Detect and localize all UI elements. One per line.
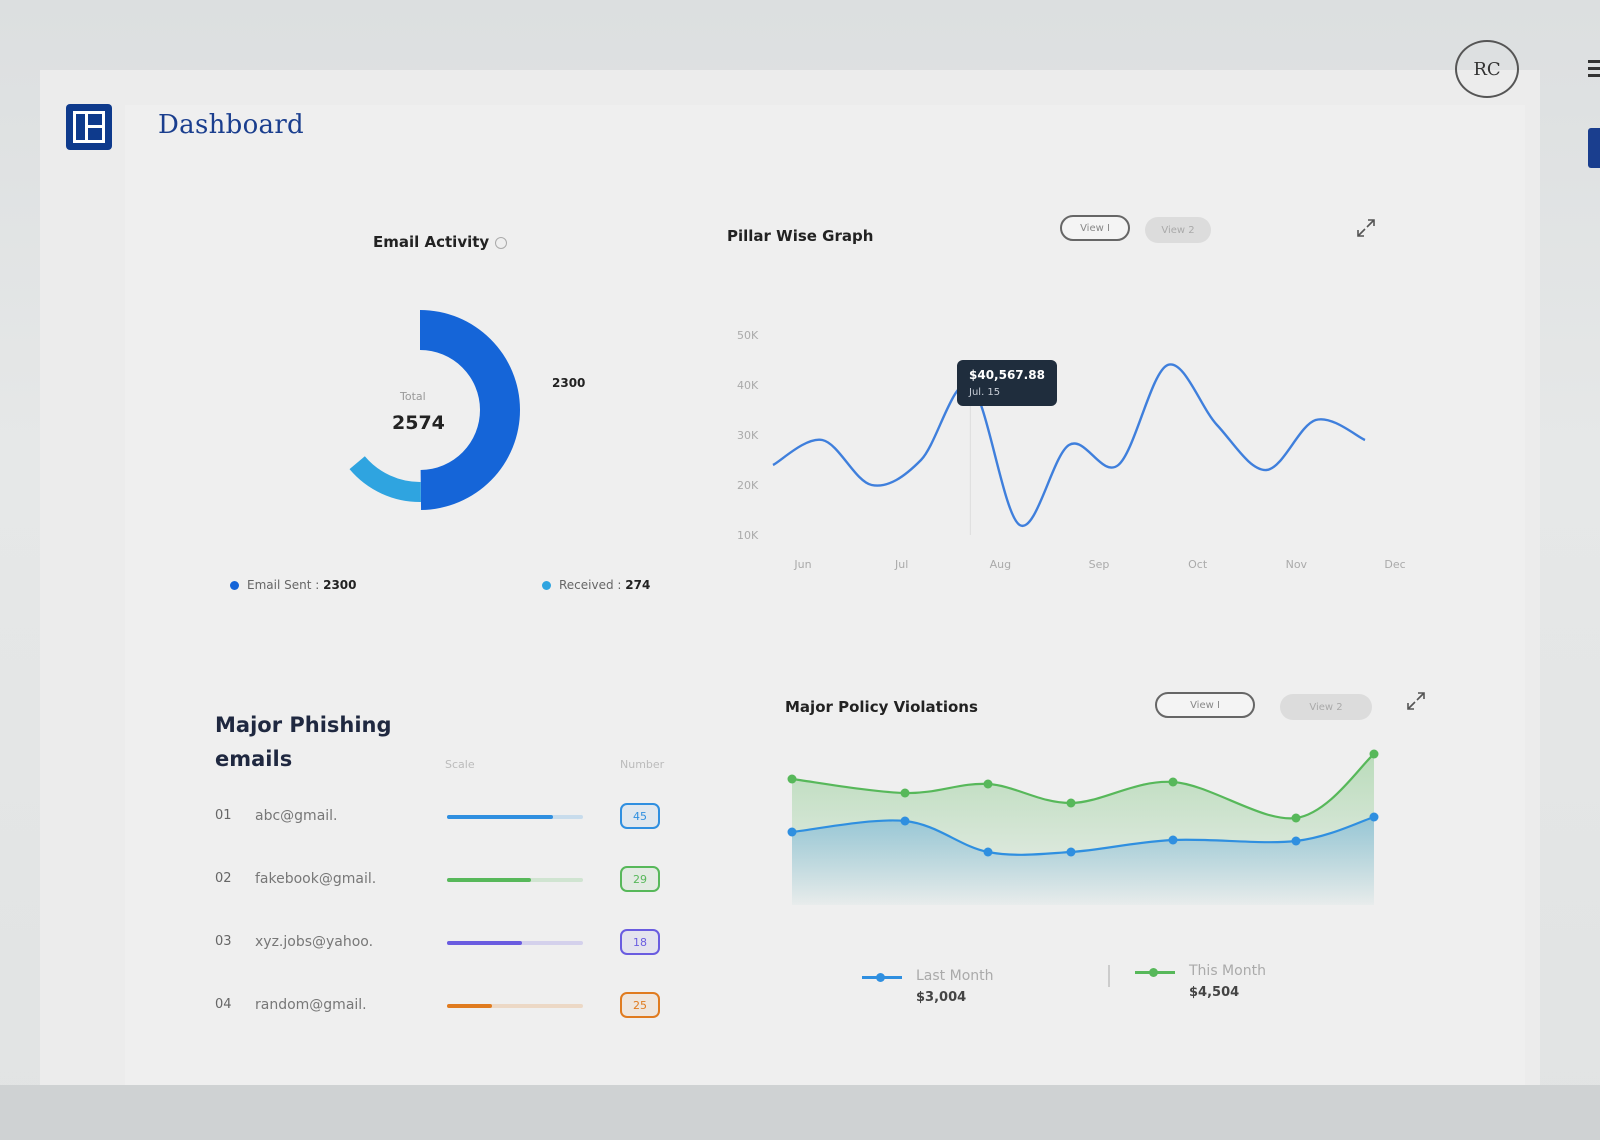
- donut-callout: 2300: [548, 374, 590, 392]
- x-tick-label: Jul: [894, 558, 908, 571]
- y-tick-label: 30K: [737, 429, 759, 442]
- x-tick-label: Sep: [1089, 558, 1110, 571]
- avatar[interactable]: RC: [1455, 40, 1519, 98]
- x-tick-label: Jun: [793, 558, 811, 571]
- phishing-row[interactable]: 01 abc@gmail. 45: [215, 802, 665, 832]
- policy-view2-button[interactable]: View 2: [1280, 694, 1372, 720]
- number-badge: 25: [620, 992, 660, 1018]
- y-tick-label: 40K: [737, 379, 759, 392]
- row-index: 04: [215, 997, 232, 1012]
- row-email: abc@gmail.: [255, 808, 338, 824]
- row-index: 03: [215, 934, 232, 949]
- number-badge: 18: [620, 929, 660, 955]
- scale-bar-fill: [447, 878, 532, 882]
- scale-bar: [447, 815, 583, 819]
- phishing-card: Major Phishing emails Scale Number 01 abc…: [195, 690, 685, 1050]
- data-point[interactable]: [900, 816, 910, 826]
- row-index: 02: [215, 871, 232, 886]
- scale-bar: [447, 1004, 583, 1008]
- data-point[interactable]: [1369, 812, 1379, 822]
- y-tick-label: 10K: [737, 529, 759, 542]
- x-tick-label: Dec: [1384, 558, 1405, 571]
- row-index: 01: [215, 808, 232, 823]
- data-point[interactable]: [1369, 749, 1379, 759]
- side-tab[interactable]: [1588, 128, 1600, 168]
- phishing-title: Major Phishing emails: [215, 713, 392, 771]
- phishing-row[interactable]: 02 fakebook@gmail. 29: [215, 865, 665, 895]
- view1-button[interactable]: View I: [1060, 215, 1130, 241]
- data-point[interactable]: [983, 847, 993, 857]
- legend-email-sent: Email Sent : 2300: [230, 578, 357, 592]
- data-point[interactable]: [787, 827, 797, 837]
- y-tick-label: 20K: [737, 479, 759, 492]
- email-donut-chart: [349, 310, 521, 510]
- x-tick-label: Nov: [1286, 558, 1308, 571]
- legend-received: Received : 274: [542, 578, 650, 592]
- row-email: random@gmail.: [255, 997, 367, 1013]
- donut-slice-email-sent: [420, 310, 521, 510]
- pillar-series-line: [772, 363, 1366, 527]
- col-scale: Scale: [445, 758, 475, 771]
- legend-divider: [1108, 965, 1110, 987]
- data-point[interactable]: [1066, 798, 1076, 808]
- data-point[interactable]: [1168, 835, 1178, 845]
- email-activity-card: Email Activity Total 2574 2300 Email Sen…: [200, 200, 680, 630]
- info-icon[interactable]: [495, 236, 508, 249]
- page-title: Dashboard: [158, 110, 305, 140]
- row-email: fakebook@gmail.: [255, 871, 377, 887]
- scale-bar: [447, 878, 583, 882]
- monitor-bezel: [0, 1085, 1600, 1140]
- number-badge: 45: [620, 803, 660, 829]
- number-badge: 29: [620, 866, 660, 892]
- donut-total-label: Total: [400, 390, 426, 403]
- pillar-graph-card: Pillar Wise Graph View I View 2 50K 40K 30…: [715, 205, 1425, 625]
- data-point[interactable]: [983, 779, 993, 789]
- email-activity-title: Email Activity: [373, 233, 508, 251]
- menu-icon[interactable]: [1588, 60, 1600, 80]
- scale-bar: [447, 941, 583, 945]
- policy-expand-icon[interactable]: [1405, 690, 1427, 712]
- pillar-line-chart: 50K 40K 30K 20K 10K Jun Jul Aug Sep Oct Nov Dec: [737, 329, 1406, 571]
- scale-bar-fill: [447, 815, 554, 819]
- policy-card: Major Policy Violations View I View 2: [760, 680, 1440, 1060]
- col-number: Number: [620, 758, 665, 771]
- chart-tooltip: $40,567.88 Jul. 15: [957, 360, 1057, 406]
- donut-slice-received: [349, 456, 421, 502]
- donut-total: 2574: [392, 412, 445, 434]
- view2-button[interactable]: View 2: [1145, 217, 1211, 243]
- layout-icon[interactable]: [66, 104, 112, 150]
- data-point[interactable]: [787, 774, 797, 784]
- pillar-graph-title: Pillar Wise Graph: [727, 227, 874, 245]
- scale-bar-fill: [447, 941, 522, 945]
- x-tick-label: Aug: [990, 558, 1011, 571]
- scale-bar-fill: [447, 1004, 492, 1008]
- data-point[interactable]: [900, 788, 910, 798]
- policy-view1-button[interactable]: View I: [1155, 692, 1255, 718]
- phishing-row[interactable]: 03 xyz.jobs@yahoo. 18: [215, 928, 665, 958]
- policy-area-chart: [787, 749, 1379, 905]
- expand-icon[interactable]: [1355, 217, 1377, 239]
- phishing-row[interactable]: 04 random@gmail. 25: [215, 991, 665, 1021]
- row-email: xyz.jobs@yahoo.: [255, 934, 374, 950]
- data-point[interactable]: [1291, 836, 1301, 846]
- policy-title: Major Policy Violations: [785, 698, 978, 716]
- x-tick-label: Oct: [1188, 558, 1208, 571]
- y-tick-label: 50K: [737, 329, 759, 342]
- data-point[interactable]: [1291, 813, 1301, 823]
- data-point[interactable]: [1168, 777, 1178, 787]
- data-point[interactable]: [1066, 847, 1076, 857]
